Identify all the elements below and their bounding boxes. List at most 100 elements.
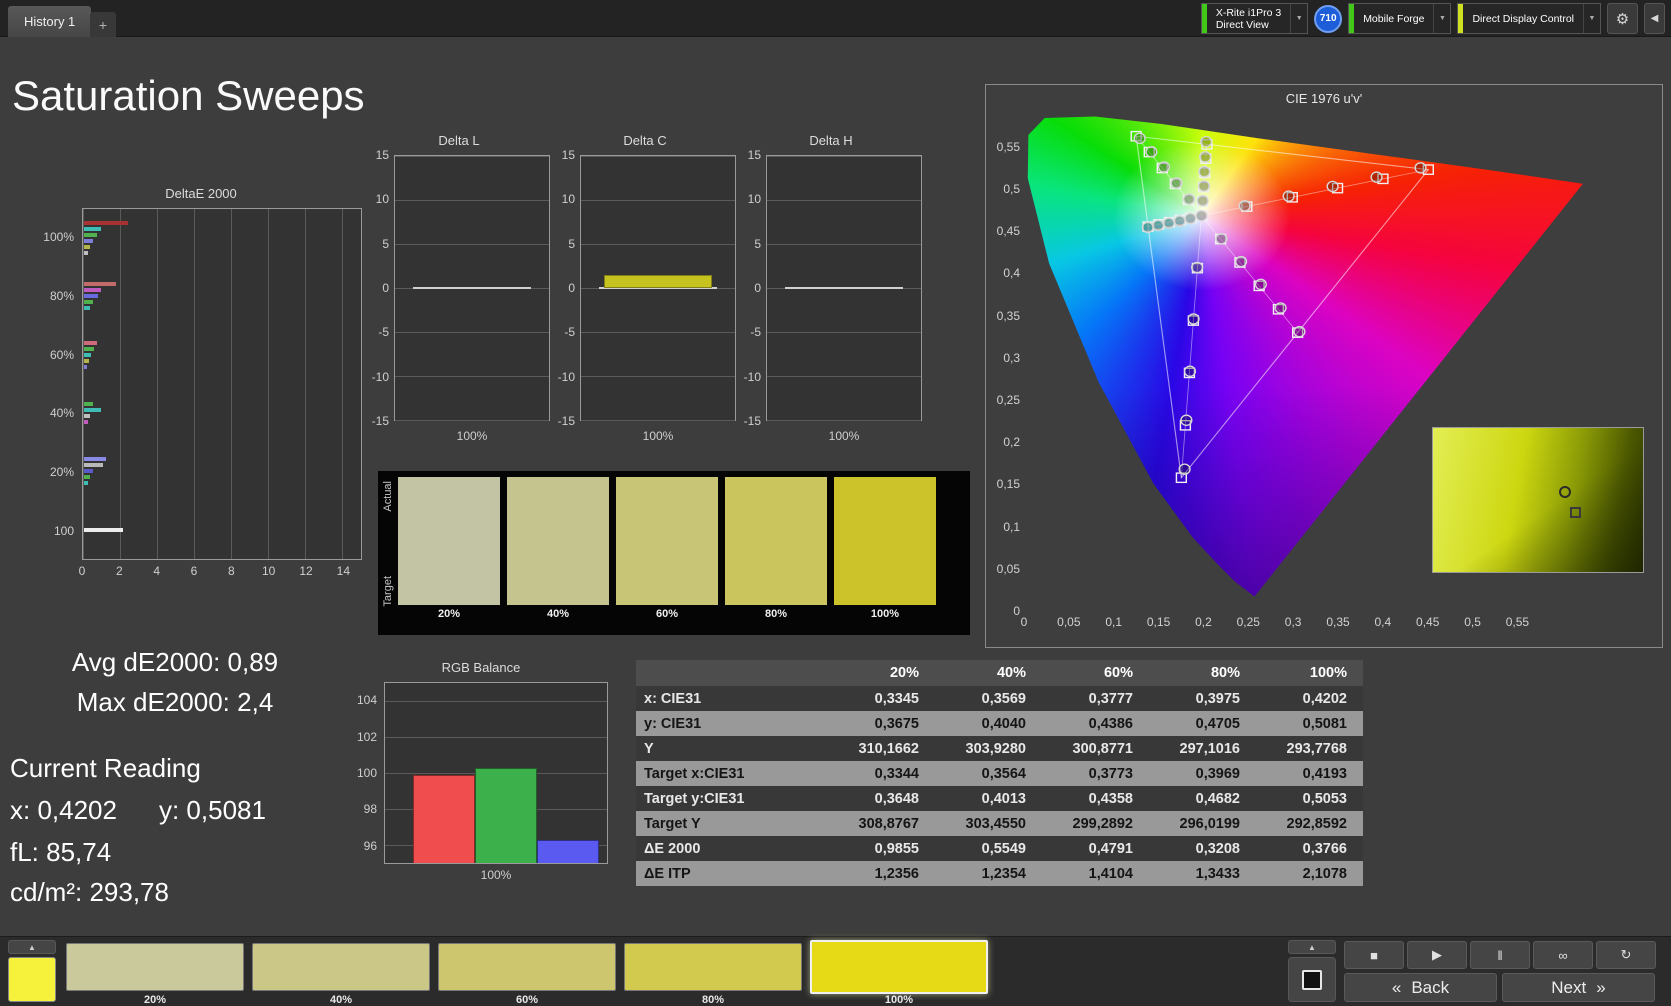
rgb-y-axis: 104 102 100 98 96 xyxy=(348,682,380,864)
sweep-spoke xyxy=(1180,215,1202,478)
rgb-balance-chart: RGB Balance 104 102 100 98 96 100% xyxy=(348,660,614,896)
bar xyxy=(84,352,92,357)
pattern-window-button[interactable] xyxy=(1288,957,1336,1002)
bar xyxy=(84,251,89,256)
bar-group xyxy=(84,267,360,325)
axis-tick-label: 0,5 xyxy=(1003,181,1020,196)
next-button[interactable]: Next » xyxy=(1502,973,1655,1002)
cie-plot-area xyxy=(1024,113,1652,611)
row-label: Target x:CIE31 xyxy=(636,761,828,786)
meter-count-badge[interactable]: 710 xyxy=(1314,4,1343,33)
axis-tick-label: 102 xyxy=(356,729,377,744)
gridline xyxy=(395,244,549,245)
axis-tick-label: 6 xyxy=(190,564,198,578)
table-cell: 0,4705 xyxy=(1149,711,1256,736)
axis-tick-label: 100% xyxy=(43,230,74,245)
play-button[interactable]: ▶ xyxy=(1407,941,1467,969)
table-cell: 0,3648 xyxy=(828,786,935,811)
chevron-down-icon: ▼ xyxy=(1583,4,1600,33)
axis-tick-label: 15 xyxy=(375,148,389,162)
axis-tick-label: -15 xyxy=(743,414,761,428)
source-selector[interactable]: Mobile Forge ▼ xyxy=(1348,3,1452,34)
bar xyxy=(84,469,94,474)
saturation-button-60%[interactable] xyxy=(438,943,616,991)
axis-tick-label: 2 xyxy=(115,564,123,578)
stop-button[interactable]: ■ xyxy=(1344,941,1404,969)
measured-marker xyxy=(1184,212,1197,225)
table-cell: 0,3975 xyxy=(1149,686,1256,711)
swatch-label: 80% xyxy=(764,608,788,620)
axis-tick-label: 104 xyxy=(356,693,377,708)
axis-tick-label: 5 xyxy=(568,236,575,251)
axis-tick-label: 0 xyxy=(382,281,389,295)
pause-button[interactable]: ‖ xyxy=(1470,941,1530,969)
continuous-measure-button[interactable]: ∞ xyxy=(1533,941,1593,969)
current-y: y: 0,5081 xyxy=(158,795,266,825)
table-cell: 303,9280 xyxy=(935,736,1042,761)
collapse-panel-button[interactable]: ◀ xyxy=(1644,3,1665,34)
saturation-button-20%[interactable] xyxy=(66,943,244,991)
gridline xyxy=(767,244,921,245)
saturation-button-label: 60% xyxy=(515,994,539,1006)
bar xyxy=(84,475,90,480)
settings-button[interactable]: ⚙ xyxy=(1607,3,1638,34)
axis-tick-label: 0,45 xyxy=(1416,615,1440,629)
table-cell: 1,3433 xyxy=(1149,861,1256,886)
measurement-stats: Avg dE2000: 0,89 Max dE2000: 2,4 Current… xyxy=(10,644,340,910)
axis-tick-label: 8 xyxy=(227,564,235,578)
refresh-button[interactable]: ↻ xyxy=(1596,941,1656,969)
measured-marker xyxy=(1254,278,1267,291)
display-control-selector[interactable]: Direct Display Control ▼ xyxy=(1457,3,1601,34)
tab-history-1[interactable]: History 1 xyxy=(8,6,92,37)
gridline xyxy=(581,376,735,377)
table-cell: 0,4682 xyxy=(1149,786,1256,811)
target-row-label: Target xyxy=(382,576,394,607)
delta-h-chart: Delta H 15 10 5 0 -5 -10 -15 100% xyxy=(738,133,924,447)
table-corner xyxy=(636,660,828,686)
saturation-button-100%[interactable] xyxy=(810,940,988,994)
swatch-popup-button[interactable]: ▲ xyxy=(8,940,56,954)
add-tab-button[interactable]: + xyxy=(90,12,116,37)
green-balance-bar xyxy=(475,767,537,863)
axis-tick-label: 60% xyxy=(49,347,74,362)
bar xyxy=(84,346,95,351)
next-button-label: Next xyxy=(1551,977,1587,997)
axis-tick-label: 10 xyxy=(561,192,575,207)
table-cell: 0,4358 xyxy=(1042,786,1149,811)
column-header: 60% xyxy=(1042,660,1149,686)
axis-tick-label: 0,4 xyxy=(1374,615,1392,629)
axis-tick-label: 0 xyxy=(754,281,761,295)
measurement-transport: ■ ▶ ‖ ∞ ↻ xyxy=(1344,941,1656,969)
measured-marker xyxy=(1133,132,1146,145)
saturation-button-label: 20% xyxy=(143,994,167,1006)
cie-y-axis: 0,55 0,5 0,45 0,4 0,35 0,3 0,25 0,2 0,15 0,1 0,05 0 xyxy=(988,113,1022,618)
table-cell: 0,3564 xyxy=(935,761,1042,786)
measured-marker xyxy=(1198,165,1211,178)
axis-tick-label: -10 xyxy=(557,369,575,384)
saturation-button-80%[interactable] xyxy=(624,943,802,991)
max-de2000: Max dE2000: 2,4 xyxy=(76,687,274,717)
table-cell: 0,3345 xyxy=(828,686,935,711)
axis-tick-label: 80% xyxy=(49,289,74,303)
gridline xyxy=(395,200,549,201)
axis-tick-label: 0,35 xyxy=(1326,615,1350,629)
axis-tick-label: 12 xyxy=(299,564,313,578)
actual-target-swatch-panel: Actual Target 20% 40% 60% 80% 100% xyxy=(378,471,970,635)
saturation-button-40%[interactable] xyxy=(252,943,430,991)
axis-tick-label: 5 xyxy=(382,236,389,251)
axis-tick-label: 10 xyxy=(375,192,389,207)
row-label: y: CIE31 xyxy=(636,711,828,736)
measured-marker xyxy=(1187,313,1200,325)
meter-selector[interactable]: X-Rite i1Pro 3 Direct View ▼ xyxy=(1200,3,1309,34)
table-cell: 308,8767 xyxy=(828,811,935,836)
axis-tick-label: 40% xyxy=(49,406,74,421)
back-button[interactable]: « Back xyxy=(1344,973,1497,1002)
saturation-level-buttons: 20% 40% 60% 80% 100% xyxy=(66,940,988,1006)
table-cell: 0,3777 xyxy=(1042,686,1149,711)
bar xyxy=(84,457,107,462)
table-cell: 1,2356 xyxy=(828,861,935,886)
display-popup-button[interactable]: ▲ xyxy=(1288,940,1336,954)
current-patch-swatch[interactable] xyxy=(8,957,56,1002)
axis-tick-label: -10 xyxy=(743,369,761,384)
chevron-up-icon: ▲ xyxy=(28,942,36,952)
